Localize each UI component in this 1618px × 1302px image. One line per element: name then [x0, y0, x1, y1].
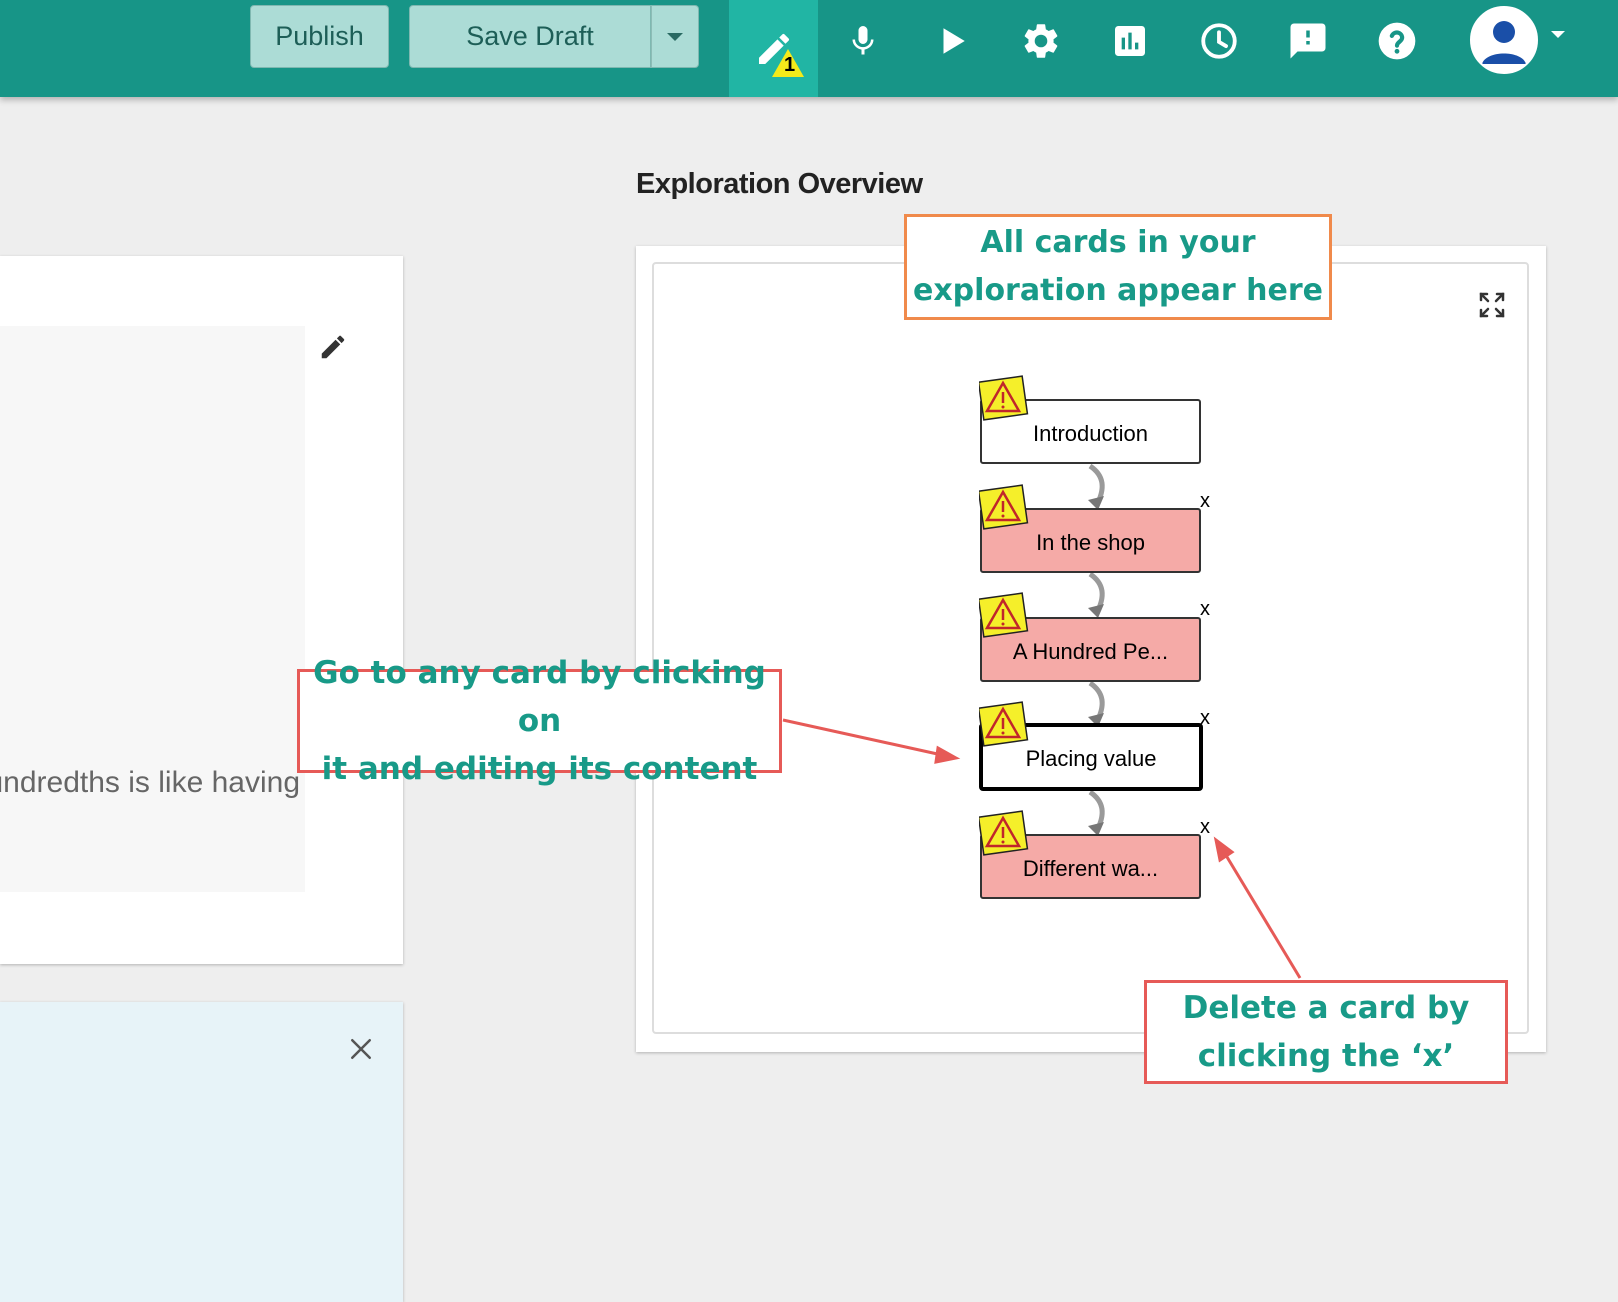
annotation-delete-card: Delete a card by clicking the ‘x’: [1144, 980, 1508, 1084]
annotation-line: exploration appear here: [912, 273, 1323, 308]
delete-card-button[interactable]: x: [1200, 598, 1210, 621]
annotation-line: All cards in your: [980, 225, 1256, 260]
node-warning-icon: [979, 375, 1029, 421]
annotation-go-to-card: Go to any card by clicking on it and edit…: [297, 655, 782, 787]
node-label: Placing value: [1025, 746, 1157, 771]
graph-edges: [1088, 463, 1105, 836]
node-label: Introduction: [1033, 420, 1148, 446]
node-label: Different wa...: [1022, 855, 1159, 881]
node-warning-icon: [979, 484, 1029, 530]
delete-card-button[interactable]: x: [1200, 816, 1210, 839]
node-warning-icon: [979, 810, 1029, 856]
annotation-line: Delete a card by: [1182, 990, 1470, 1026]
annotation-line: Go to any card by clicking on: [313, 655, 766, 739]
node-warning-icon: [979, 592, 1029, 638]
delete-card-button[interactable]: x: [1200, 490, 1210, 513]
annotation-line: clicking the ‘x’: [1197, 1038, 1455, 1074]
node-warning-icon: [979, 701, 1029, 747]
node-label: In the shop: [1036, 529, 1145, 555]
annotation-line: it and editing its content: [321, 751, 758, 787]
annotation-all-cards: All cards in your exploration appear here: [904, 214, 1332, 320]
delete-card-button[interactable]: x: [1200, 707, 1210, 730]
node-label: A Hundred Pe...: [1012, 638, 1169, 664]
